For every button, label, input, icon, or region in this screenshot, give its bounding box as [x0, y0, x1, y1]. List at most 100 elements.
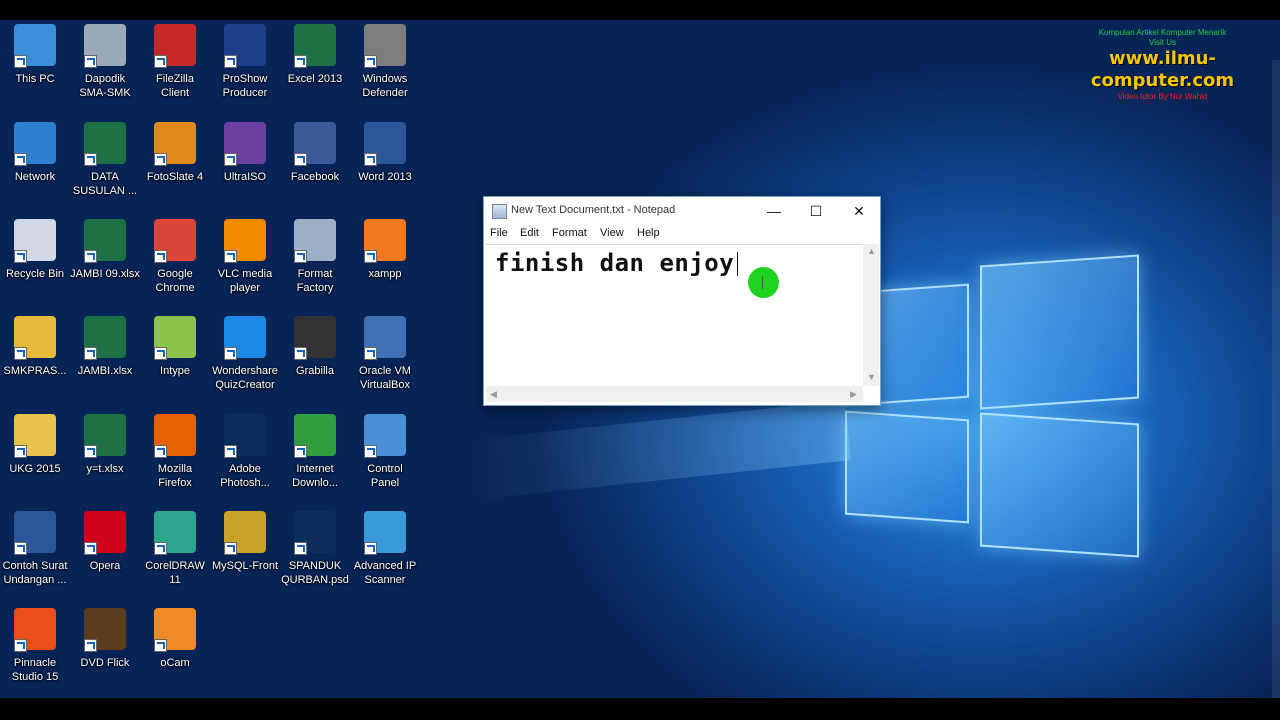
desktop-icon-label: DATA SUSULAN ...: [72, 171, 138, 197]
minimize-button[interactable]: —: [754, 197, 794, 225]
shortcut-arrow-icon: [154, 542, 167, 555]
desktop-icon[interactable]: ProShow Producer: [210, 22, 280, 118]
desktop-icon[interactable]: Adobe Photosh...: [210, 412, 280, 508]
shortcut-arrow-icon: [224, 445, 237, 458]
quizcreator-icon: [224, 316, 266, 360]
desktop-icon[interactable]: FotoSlate 4: [140, 120, 210, 216]
ibeam-cursor-icon: [762, 276, 763, 289]
desktop-icon[interactable]: VLC media player: [210, 217, 280, 313]
desktop-icon[interactable]: Contoh Surat Undangan ...: [0, 509, 70, 605]
scroll-down-icon[interactable]: ▼: [867, 372, 876, 382]
desktop-icon-label: DVD Flick: [80, 657, 130, 669]
menu-edit[interactable]: Edit: [520, 227, 539, 239]
desktop-icon-label: Format Factory: [296, 268, 334, 294]
desktop-icon-label: Oracle VM VirtualBox: [359, 365, 411, 391]
horizontal-scrollbar[interactable]: ◀ ▶: [486, 386, 863, 402]
desktop-icon[interactable]: xampp: [350, 217, 420, 313]
notepad-titlebar[interactable]: New Text Document.txt - Notepad — ☐ ✕: [484, 197, 880, 225]
shortcut-arrow-icon: [14, 347, 27, 360]
maximize-button[interactable]: ☐: [796, 197, 836, 225]
desktop-icon[interactable]: Google Chrome: [140, 217, 210, 313]
vertical-scrollbar[interactable]: ▲ ▼: [863, 244, 879, 386]
scroll-left-icon[interactable]: ◀: [490, 389, 497, 400]
shortcut-arrow-icon: [294, 445, 307, 458]
desktop-icon[interactable]: Pinnacle Studio 15: [0, 606, 70, 702]
intype-icon: [154, 316, 196, 360]
vlc-icon: [224, 219, 266, 263]
shortcut-arrow-icon: [294, 542, 307, 555]
desktop-icon-label: Dapodik SMA-SMK: [79, 73, 131, 99]
notepad-menubar: File Edit Format View Help: [484, 225, 880, 243]
desktop-icon[interactable]: JAMBI 09.xlsx: [70, 217, 140, 313]
desktop-icon-label: Advanced IP Scanner: [353, 560, 417, 586]
desktop-icon[interactable]: Advanced IP Scanner: [350, 509, 420, 605]
desktop-icon[interactable]: FileZilla Client: [140, 22, 210, 118]
desktop-icon-label: Intype: [160, 365, 190, 377]
desktop-icon[interactable]: DVD Flick: [70, 606, 140, 702]
desktop-icon[interactable]: Intype: [140, 314, 210, 410]
database-icon: [84, 24, 126, 68]
desktop-icon[interactable]: oCam: [140, 606, 210, 702]
shortcut-arrow-icon: [84, 639, 97, 652]
desktop-icon[interactable]: Excel 2013: [280, 22, 350, 118]
facebook-icon: [294, 122, 336, 166]
desktop-icon[interactable]: DATA SUSULAN ...: [70, 120, 140, 216]
proshow-icon: [224, 24, 266, 68]
desktop-icon-label: JAMBI 09.xlsx: [70, 268, 140, 280]
desktop-icon-label: Windows Defender: [362, 73, 408, 99]
shortcut-arrow-icon: [294, 153, 307, 166]
desktop-icon[interactable]: Dapodik SMA-SMK: [70, 22, 140, 118]
desktop-icon-label: Wondershare QuizCreator: [212, 365, 278, 391]
desktop-icon[interactable]: CorelDRAW 11: [140, 509, 210, 605]
excel-icon: [294, 24, 336, 68]
desktop-icon[interactable]: Wondershare QuizCreator: [210, 314, 280, 410]
desktop-icon[interactable]: Format Factory: [280, 217, 350, 313]
menu-format[interactable]: Format: [552, 227, 587, 239]
shortcut-arrow-icon: [14, 639, 27, 652]
desktop-icon-label: Facebook: [290, 171, 340, 183]
scroll-right-icon[interactable]: ▶: [850, 389, 857, 400]
desktop-icon[interactable]: Windows Defender: [350, 22, 420, 118]
desktop-icon[interactable]: Grabilla: [280, 314, 350, 410]
desktop-icon[interactable]: Oracle VM VirtualBox: [350, 314, 420, 410]
menu-help[interactable]: Help: [637, 227, 660, 239]
shortcut-arrow-icon: [154, 55, 167, 68]
word-file-icon: [14, 511, 56, 555]
desktop-icon-label: VLC media player: [217, 268, 273, 294]
desktop-icon[interactable]: Word 2013: [350, 120, 420, 216]
desktop-icon[interactable]: UltraISO: [210, 120, 280, 216]
shortcut-arrow-icon: [14, 55, 27, 68]
recycle-bin-icon: [14, 219, 56, 263]
desktop-icon-label: Excel 2013: [287, 73, 343, 85]
menu-file[interactable]: File: [490, 227, 508, 239]
desktop-icon[interactable]: SMKPRAS...: [0, 314, 70, 410]
desktop-icon[interactable]: Control Panel: [350, 412, 420, 508]
desktop-icon-label: Word 2013: [358, 171, 412, 183]
shortcut-arrow-icon: [154, 639, 167, 652]
desktop-icon[interactable]: Internet Downlo...: [280, 412, 350, 508]
desktop-icon[interactable]: This PC: [0, 22, 70, 118]
desktop-icon-label: oCam: [160, 657, 190, 669]
menu-view[interactable]: View: [600, 227, 624, 239]
desktop-icon[interactable]: MySQL-Front: [210, 509, 280, 605]
desktop-icon[interactable]: JAMBI.xlsx: [70, 314, 140, 410]
desktop-icon[interactable]: Network: [0, 120, 70, 216]
shortcut-arrow-icon: [14, 445, 27, 458]
shortcut-arrow-icon: [224, 542, 237, 555]
watermark-visit: Visit Us: [1149, 38, 1176, 47]
desktop-icon[interactable]: y=t.xlsx: [70, 412, 140, 508]
notepad-text-area[interactable]: finish dan enjoy: [486, 244, 863, 387]
desktop-icon[interactable]: Facebook: [280, 120, 350, 216]
desktop-icon[interactable]: SPANDUK QURBAN.psd: [280, 509, 350, 605]
coreldraw-icon: [154, 511, 196, 555]
desktop-icon[interactable]: Mozilla Firefox: [140, 412, 210, 508]
watermark: Kumpulan Artikel Komputer Menarik Visit …: [1060, 28, 1265, 102]
shortcut-arrow-icon: [84, 250, 97, 263]
scroll-up-icon[interactable]: ▲: [867, 246, 876, 256]
close-button[interactable]: ✕: [839, 197, 879, 225]
notepad-window[interactable]: New Text Document.txt - Notepad — ☐ ✕ Fi…: [483, 196, 881, 406]
desktop-icon-label: UltraISO: [223, 171, 267, 183]
desktop-icon[interactable]: UKG 2015: [0, 412, 70, 508]
desktop-icon[interactable]: Recycle Bin: [0, 217, 70, 313]
desktop-icon[interactable]: Opera: [70, 509, 140, 605]
